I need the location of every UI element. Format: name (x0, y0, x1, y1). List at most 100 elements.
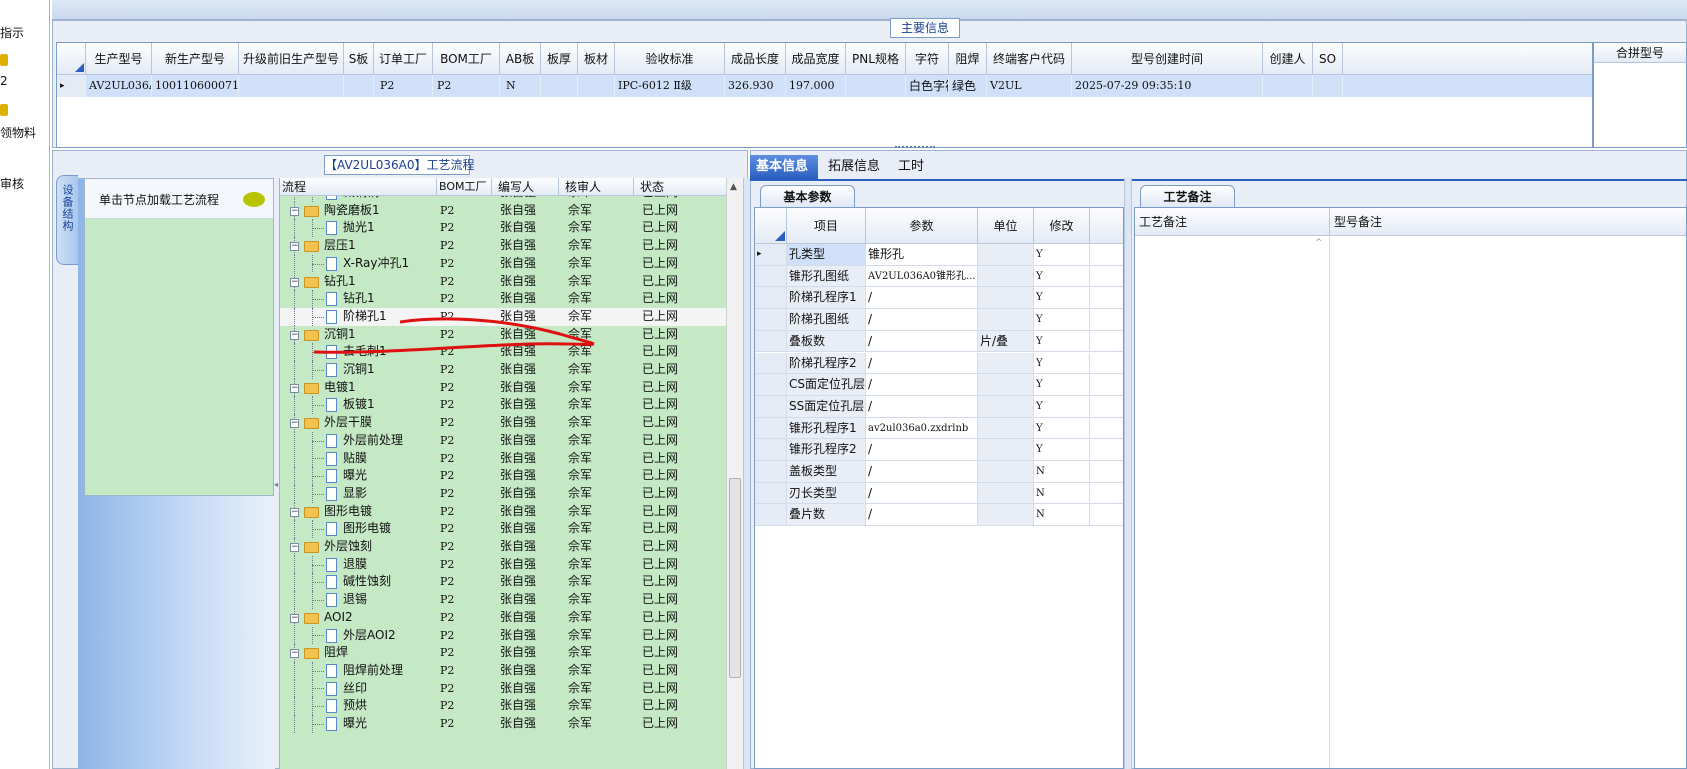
col-header[interactable]: 状态 (634, 178, 726, 196)
tree-node-label[interactable]: 贴膜 (343, 450, 367, 468)
param-row[interactable]: 叠板数 / 片/叠 Y (755, 330, 1123, 353)
select-all-icon[interactable] (755, 208, 787, 244)
tree-node-label[interactable]: 预烘 (343, 697, 367, 715)
param-row[interactable]: 阶梯孔程序2/ Y (755, 352, 1123, 375)
tree-node-label[interactable]: 钻孔1 (324, 273, 356, 291)
param-edit-cell[interactable]: Y (1034, 439, 1090, 461)
table-cell[interactable] (846, 75, 906, 97)
param-value-cell[interactable]: / (866, 309, 978, 331)
tree-row[interactable]: 碱性蚀刻 P2 张自强 佘军 已上网 (280, 573, 726, 592)
param-value-cell[interactable]: av2ul036a0.zxdrlnb (866, 417, 978, 440)
col-header[interactable]: PNL规格 (846, 43, 906, 75)
col-header[interactable]: 核审人 (559, 178, 634, 196)
col-header[interactable]: AB板 (500, 43, 541, 75)
col-header[interactable]: 板厚 (541, 43, 578, 75)
param-edit-cell[interactable]: Y (1034, 244, 1090, 266)
param-item-cell[interactable]: 刃长类型 (787, 482, 866, 505)
col-header[interactable]: BOM工厂 (437, 178, 492, 196)
param-unit-cell[interactable] (978, 482, 1034, 505)
col-header[interactable]: 编写人 (492, 178, 559, 196)
tree-node-label[interactable]: 电镀1 (324, 379, 356, 397)
param-row[interactable]: ▸ 孔类型 锥形孔 Y (755, 244, 1123, 266)
param-item-cell[interactable]: 阶梯孔程序1 (787, 287, 866, 310)
tree-row[interactable]: X-Ray冲孔1 P2 张自强 佘军 已上网 (280, 254, 726, 273)
table-cell[interactable]: N (500, 75, 541, 97)
tab-basic-info[interactable]: 基本信息 (750, 155, 818, 179)
param-item-cell[interactable]: 孔类型 (787, 244, 866, 266)
param-row[interactable]: CS面定位孔层 / Y (755, 374, 1123, 396)
table-cell[interactable]: IPC-6012 Ⅱ级 (615, 75, 725, 97)
col-header[interactable]: 新生产型号 (152, 43, 239, 75)
nav-item-instruction[interactable]: 指示 (0, 24, 24, 41)
tree-row[interactable]: 阻焊前处理 P2 张自强 佘军 已上网 (280, 661, 726, 680)
scroll-up-icon[interactable]: ▲ (730, 182, 737, 192)
equipment-structure-tab[interactable]: 设备结构 (56, 175, 78, 265)
table-cell[interactable]: 2025-07-29 09:35:10 (1072, 75, 1263, 97)
tree-row[interactable]: 丝印 P2 张自强 佘军 已上网 (280, 679, 726, 698)
table-cell[interactable]: 10011060007131 (152, 75, 239, 97)
tree-node-label[interactable]: 沉铜1 (343, 361, 375, 379)
tree-row[interactable]: 贴膜 P2 张自强 佘军 已上网 (280, 449, 726, 468)
tree-node-label[interactable]: 阻焊前处理 (343, 662, 403, 680)
col-header[interactable]: S板 (344, 43, 374, 75)
param-unit-cell[interactable] (978, 395, 1034, 418)
col-header[interactable]: 项目 (787, 208, 866, 244)
collapse-toggle-icon[interactable]: − (290, 419, 299, 429)
param-item-cell[interactable]: 锥形孔程序2 (787, 439, 866, 461)
tree-row[interactable]: 外层AOI2 P2 张自强 佘军 已上网 (280, 626, 726, 645)
tree-row[interactable]: − 层压1 P2 张自强 佘军 已上网 (280, 237, 726, 255)
tree-node-label[interactable]: 外层AOI2 (343, 627, 396, 645)
param-item-cell[interactable]: SS面定位孔层 (787, 395, 866, 418)
tree-row[interactable]: 退膜 P2 张自强 佘军 已上网 (280, 555, 726, 574)
tree-row[interactable]: 显影 P2 张自强 佘军 已上网 (280, 484, 726, 503)
param-unit-cell[interactable] (978, 439, 1034, 461)
table-cell[interactable] (1263, 75, 1313, 97)
table-cell[interactable]: AV2UL036A0 (86, 75, 152, 97)
merge-model-header[interactable]: 合拼型号 (1594, 43, 1686, 63)
param-edit-cell[interactable]: Y (1034, 352, 1090, 375)
param-edit-cell[interactable]: Y (1034, 287, 1090, 310)
param-row[interactable]: 阶梯孔图纸 / Y (755, 309, 1123, 331)
tree-node-label[interactable]: 外层干膜 (324, 414, 372, 432)
table-cell[interactable] (1313, 75, 1343, 97)
param-value-cell[interactable]: / (866, 330, 978, 353)
tree-node-label[interactable]: 层压1 (324, 237, 356, 255)
tree-node-label[interactable]: 曝光 (343, 715, 367, 733)
param-unit-cell[interactable] (978, 504, 1034, 527)
param-row[interactable]: 盖板类型 / N (755, 461, 1123, 483)
nav-item-material[interactable]: 领物料 (0, 124, 36, 141)
param-row[interactable]: 锥形孔程序2/ Y (755, 439, 1123, 461)
tree-node-label[interactable]: X-Ray冲孔1 (343, 255, 409, 273)
param-edit-cell[interactable]: Y (1034, 417, 1090, 440)
splitter-arrow-icon[interactable]: ◂ (274, 480, 278, 510)
param-item-cell[interactable]: 叠片数 (787, 504, 866, 527)
process-note-header[interactable]: 工艺备注 (1135, 208, 1330, 236)
param-row[interactable]: SS面定位孔层 / Y (755, 395, 1123, 418)
tree-node-label[interactable]: 外层蚀刻 (324, 538, 372, 556)
node-card-header[interactable]: 单击节点加载工艺流程 (85, 179, 273, 219)
splitter-bar[interactable] (1124, 178, 1132, 769)
table-cell[interactable]: 白色字符 (906, 75, 949, 97)
param-row[interactable]: 刃长类型 / N (755, 482, 1123, 505)
col-header[interactable]: 成品长度 (725, 43, 786, 75)
nav-item-review[interactable]: 审核 (0, 175, 24, 192)
param-unit-cell[interactable] (978, 417, 1034, 440)
tree-row[interactable]: 预烘 P2 张自强 佘军 已上网 (280, 697, 726, 715)
tree-row[interactable]: − 外层干膜 P2 张自强 佘军 已上网 (280, 414, 726, 432)
collapse-toggle-icon[interactable]: − (290, 543, 299, 552)
col-header[interactable]: 升级前旧生产型号 (239, 43, 344, 75)
param-edit-cell[interactable]: N (1034, 504, 1090, 527)
collapse-toggle-icon[interactable]: − (290, 277, 299, 287)
param-unit-cell[interactable] (978, 461, 1034, 483)
col-header[interactable]: 参数 (866, 208, 978, 244)
collapse-toggle-icon[interactable]: − (290, 507, 299, 517)
param-unit-cell[interactable] (978, 265, 1034, 288)
param-value-cell[interactable]: 锥形孔 (866, 244, 978, 266)
tree-node-label[interactable]: 图形电镀 (324, 503, 372, 521)
scrollbar-thumb[interactable] (729, 478, 741, 678)
model-note-header[interactable]: 型号备注 (1330, 208, 1686, 236)
param-value-cell[interactable]: / (866, 352, 978, 375)
collapse-toggle-icon[interactable]: − (290, 206, 299, 216)
param-value-cell[interactable]: / (866, 482, 978, 505)
param-edit-cell[interactable]: Y (1034, 309, 1090, 331)
